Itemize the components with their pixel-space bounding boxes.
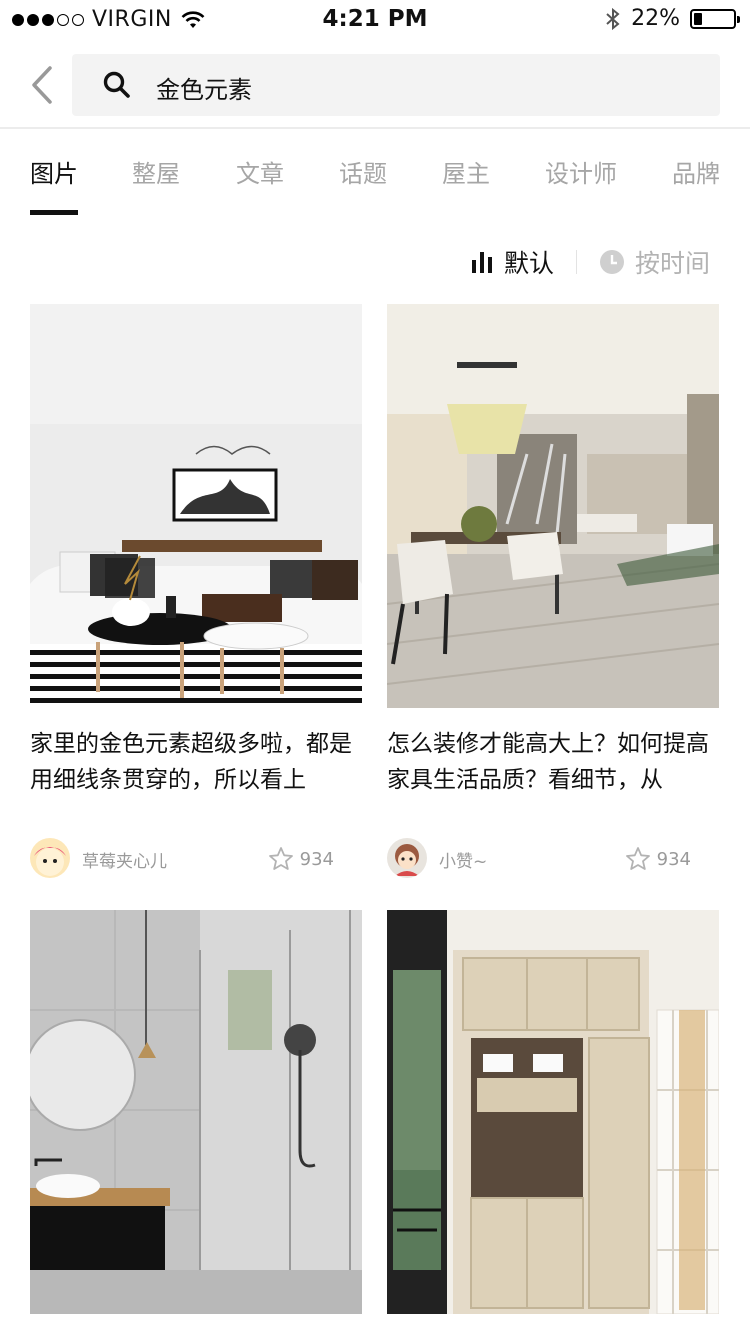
- tab-designers[interactable]: 设计师: [545, 154, 617, 189]
- avatar[interactable]: [387, 838, 427, 878]
- battery-icon: [690, 8, 740, 29]
- bluetooth-icon: [606, 7, 620, 30]
- author-name[interactable]: 草莓夹心儿: [82, 847, 167, 872]
- search-header: 金色元素: [0, 52, 750, 122]
- author-name[interactable]: 小赞~: [439, 847, 487, 872]
- star-icon: [268, 847, 293, 870]
- tab-brands[interactable]: 品牌: [672, 154, 720, 189]
- back-arrow-icon[interactable]: [26, 62, 66, 108]
- avatar[interactable]: [30, 838, 70, 878]
- cabinet-photo[interactable]: [387, 910, 719, 1314]
- living-room-photo[interactable]: [30, 304, 362, 708]
- card-meta: 小赞~ 934: [387, 838, 719, 882]
- tab-articles[interactable]: 文章: [236, 154, 284, 189]
- search-input[interactable]: 金色元素: [72, 54, 720, 116]
- bar-chart-icon: [471, 252, 492, 273]
- card-meta: 草莓夹心儿 934: [30, 838, 362, 882]
- feed-card[interactable]: 怎么装修才能高大上？如何提高家具生活品质？看细节，从 小赞~ 934: [387, 304, 719, 882]
- star-icon: [625, 847, 650, 870]
- sort-options: 默认 按时间: [470, 244, 710, 280]
- search-query[interactable]: 金色元素: [156, 70, 252, 105]
- sort-default-button[interactable]: 默认: [470, 244, 554, 280]
- bathroom-photo[interactable]: [30, 910, 362, 1314]
- card-title[interactable]: 家里的金色元素超级多啦，都是用细线条贯穿的，所以看上: [30, 726, 362, 798]
- feed-card[interactable]: 家里的金色元素超级多啦，都是用细线条贯穿的，所以看上 草莓夹心儿 934: [30, 304, 362, 882]
- status-bar: VIRGIN 4:21 PM 22%: [0, 0, 750, 40]
- dining-room-photo[interactable]: [387, 304, 719, 708]
- sort-divider: [575, 250, 577, 274]
- favorite-count-value: 934: [299, 848, 334, 870]
- tab-images[interactable]: 图片: [30, 154, 78, 189]
- clock-icon: [599, 250, 624, 274]
- battery-percent: 22%: [631, 6, 680, 31]
- sort-default-label: 默认: [503, 249, 554, 278]
- active-tab-indicator: [30, 210, 78, 215]
- search-icon: [103, 71, 130, 98]
- sort-by-time-label: 按时间: [634, 249, 710, 278]
- category-tabs: 图片 整屋 文章 话题 屋主 设计师 品牌: [0, 150, 750, 220]
- tab-topics[interactable]: 话题: [339, 154, 387, 189]
- favorite-count[interactable]: 934: [268, 846, 334, 872]
- feed-card[interactable]: [387, 910, 719, 1314]
- card-title[interactable]: 怎么装修才能高大上？如何提高家具生活品质？看细节，从: [387, 726, 719, 798]
- favorite-count-value: 934: [656, 848, 691, 870]
- feed-card[interactable]: [30, 910, 362, 1314]
- tab-homeowners[interactable]: 屋主: [442, 154, 490, 189]
- tab-whole-house[interactable]: 整屋: [132, 154, 180, 189]
- favorite-count[interactable]: 934: [625, 846, 691, 872]
- sort-by-time-button[interactable]: 按时间: [599, 244, 710, 280]
- header-divider: [0, 127, 750, 129]
